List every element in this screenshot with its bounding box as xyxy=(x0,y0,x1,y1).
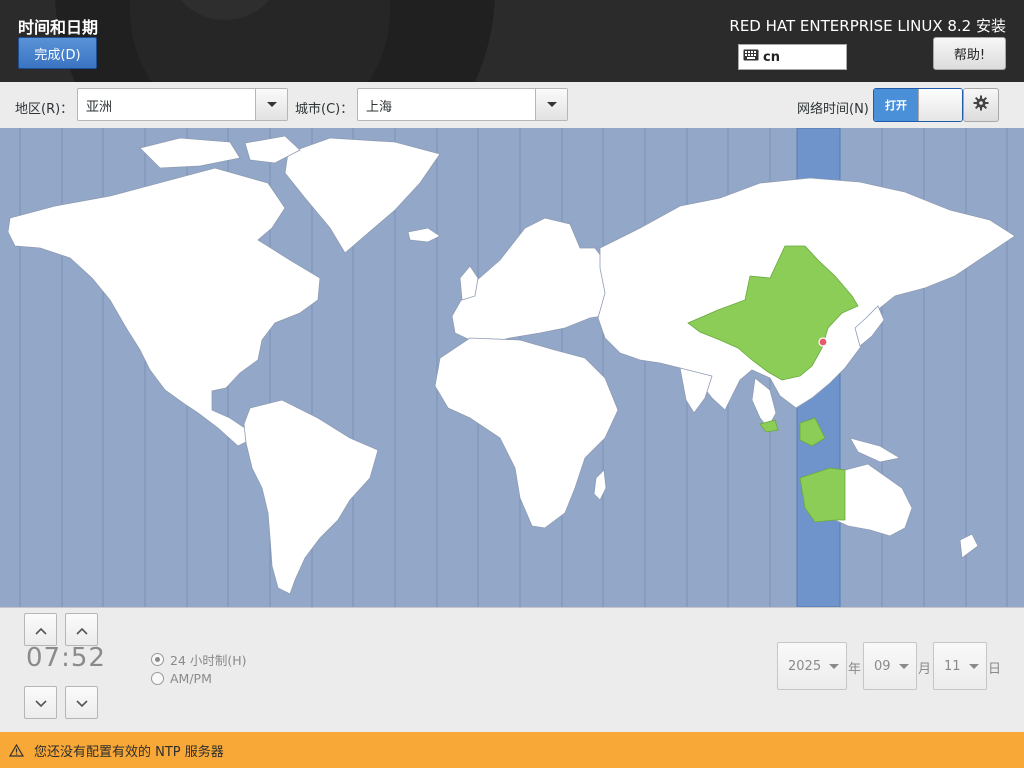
format-24h-label: 24 小时制(H) xyxy=(170,653,247,668)
chevron-up-icon xyxy=(75,620,88,639)
city-value: 上海 xyxy=(366,100,393,115)
hour-up-button[interactable] xyxy=(24,613,57,646)
chevron-down-icon[interactable] xyxy=(255,89,287,120)
month-value: 09 xyxy=(874,658,891,674)
keyboard-layout-indicator[interactable]: cn xyxy=(738,44,847,70)
world-map[interactable] xyxy=(0,128,1024,607)
timezone-map[interactable] xyxy=(0,128,1024,607)
city-label: 城市(C)： xyxy=(295,102,354,117)
ntp-settings-button[interactable] xyxy=(963,88,999,122)
format-ampm-label: AM/PM xyxy=(170,671,212,686)
network-time-label: 网络时间(N) xyxy=(797,102,869,117)
chevron-up-icon xyxy=(34,620,47,639)
region-combobox[interactable]: 亚洲 xyxy=(77,88,288,121)
warning-text: 您还没有配置有效的 NTP 服务器 xyxy=(34,744,224,760)
chevron-down-icon xyxy=(34,693,47,712)
hour-down-button[interactable] xyxy=(24,686,57,719)
month-select[interactable]: 09 xyxy=(863,642,917,690)
switch-on-label: 打开 xyxy=(874,89,918,121)
chevron-down-icon xyxy=(829,663,840,669)
warning-bar: 您还没有配置有效的 NTP 服务器 xyxy=(0,732,1024,768)
minute-down-button[interactable] xyxy=(65,686,98,719)
time-display: 07:52 xyxy=(26,643,106,673)
help-button[interactable]: 帮助! xyxy=(933,37,1006,70)
year-select[interactable]: 2025 xyxy=(777,642,847,690)
day-select[interactable]: 11 xyxy=(933,642,987,690)
keyboard-layout-label: cn xyxy=(763,49,780,65)
chevron-down-icon[interactable] xyxy=(535,89,567,120)
month-label: 月 xyxy=(918,662,932,677)
gear-icon xyxy=(973,95,989,115)
keyboard-icon xyxy=(743,49,763,65)
switch-knob[interactable] xyxy=(918,89,962,121)
page-title: 时间和日期 xyxy=(18,18,99,37)
region-label: 地区(R)： xyxy=(15,102,74,117)
product-title: RED HAT ENTERPRISE LINUX 8.2 安装 xyxy=(729,17,1006,35)
region-value: 亚洲 xyxy=(86,100,113,115)
minute-up-button[interactable] xyxy=(65,613,98,646)
chevron-down-icon xyxy=(968,663,979,669)
format-24h-option[interactable]: 24 小时制(H) xyxy=(151,650,247,669)
radio-ampm[interactable] xyxy=(151,672,164,685)
radio-24h[interactable] xyxy=(151,653,164,666)
year-label: 年 xyxy=(848,662,862,677)
chevron-down-icon xyxy=(898,663,909,669)
header-bar xyxy=(0,0,1024,82)
chevron-down-icon xyxy=(75,693,88,712)
year-value: 2025 xyxy=(788,658,822,674)
format-ampm-option[interactable]: AM/PM xyxy=(151,671,212,686)
timezone-toolbar: 地区(R)： 亚洲 城市(C)： 上海 网络时间(N) xyxy=(0,82,1024,128)
day-label: 日 xyxy=(988,662,1002,677)
network-time-switch[interactable]: 打开 xyxy=(873,88,963,122)
header-decoration xyxy=(130,0,390,82)
day-value: 11 xyxy=(944,658,961,674)
warning-icon xyxy=(9,743,24,757)
city-combobox[interactable]: 上海 xyxy=(357,88,568,121)
city-marker xyxy=(818,337,828,347)
done-button[interactable]: 完成(D) xyxy=(18,37,97,69)
